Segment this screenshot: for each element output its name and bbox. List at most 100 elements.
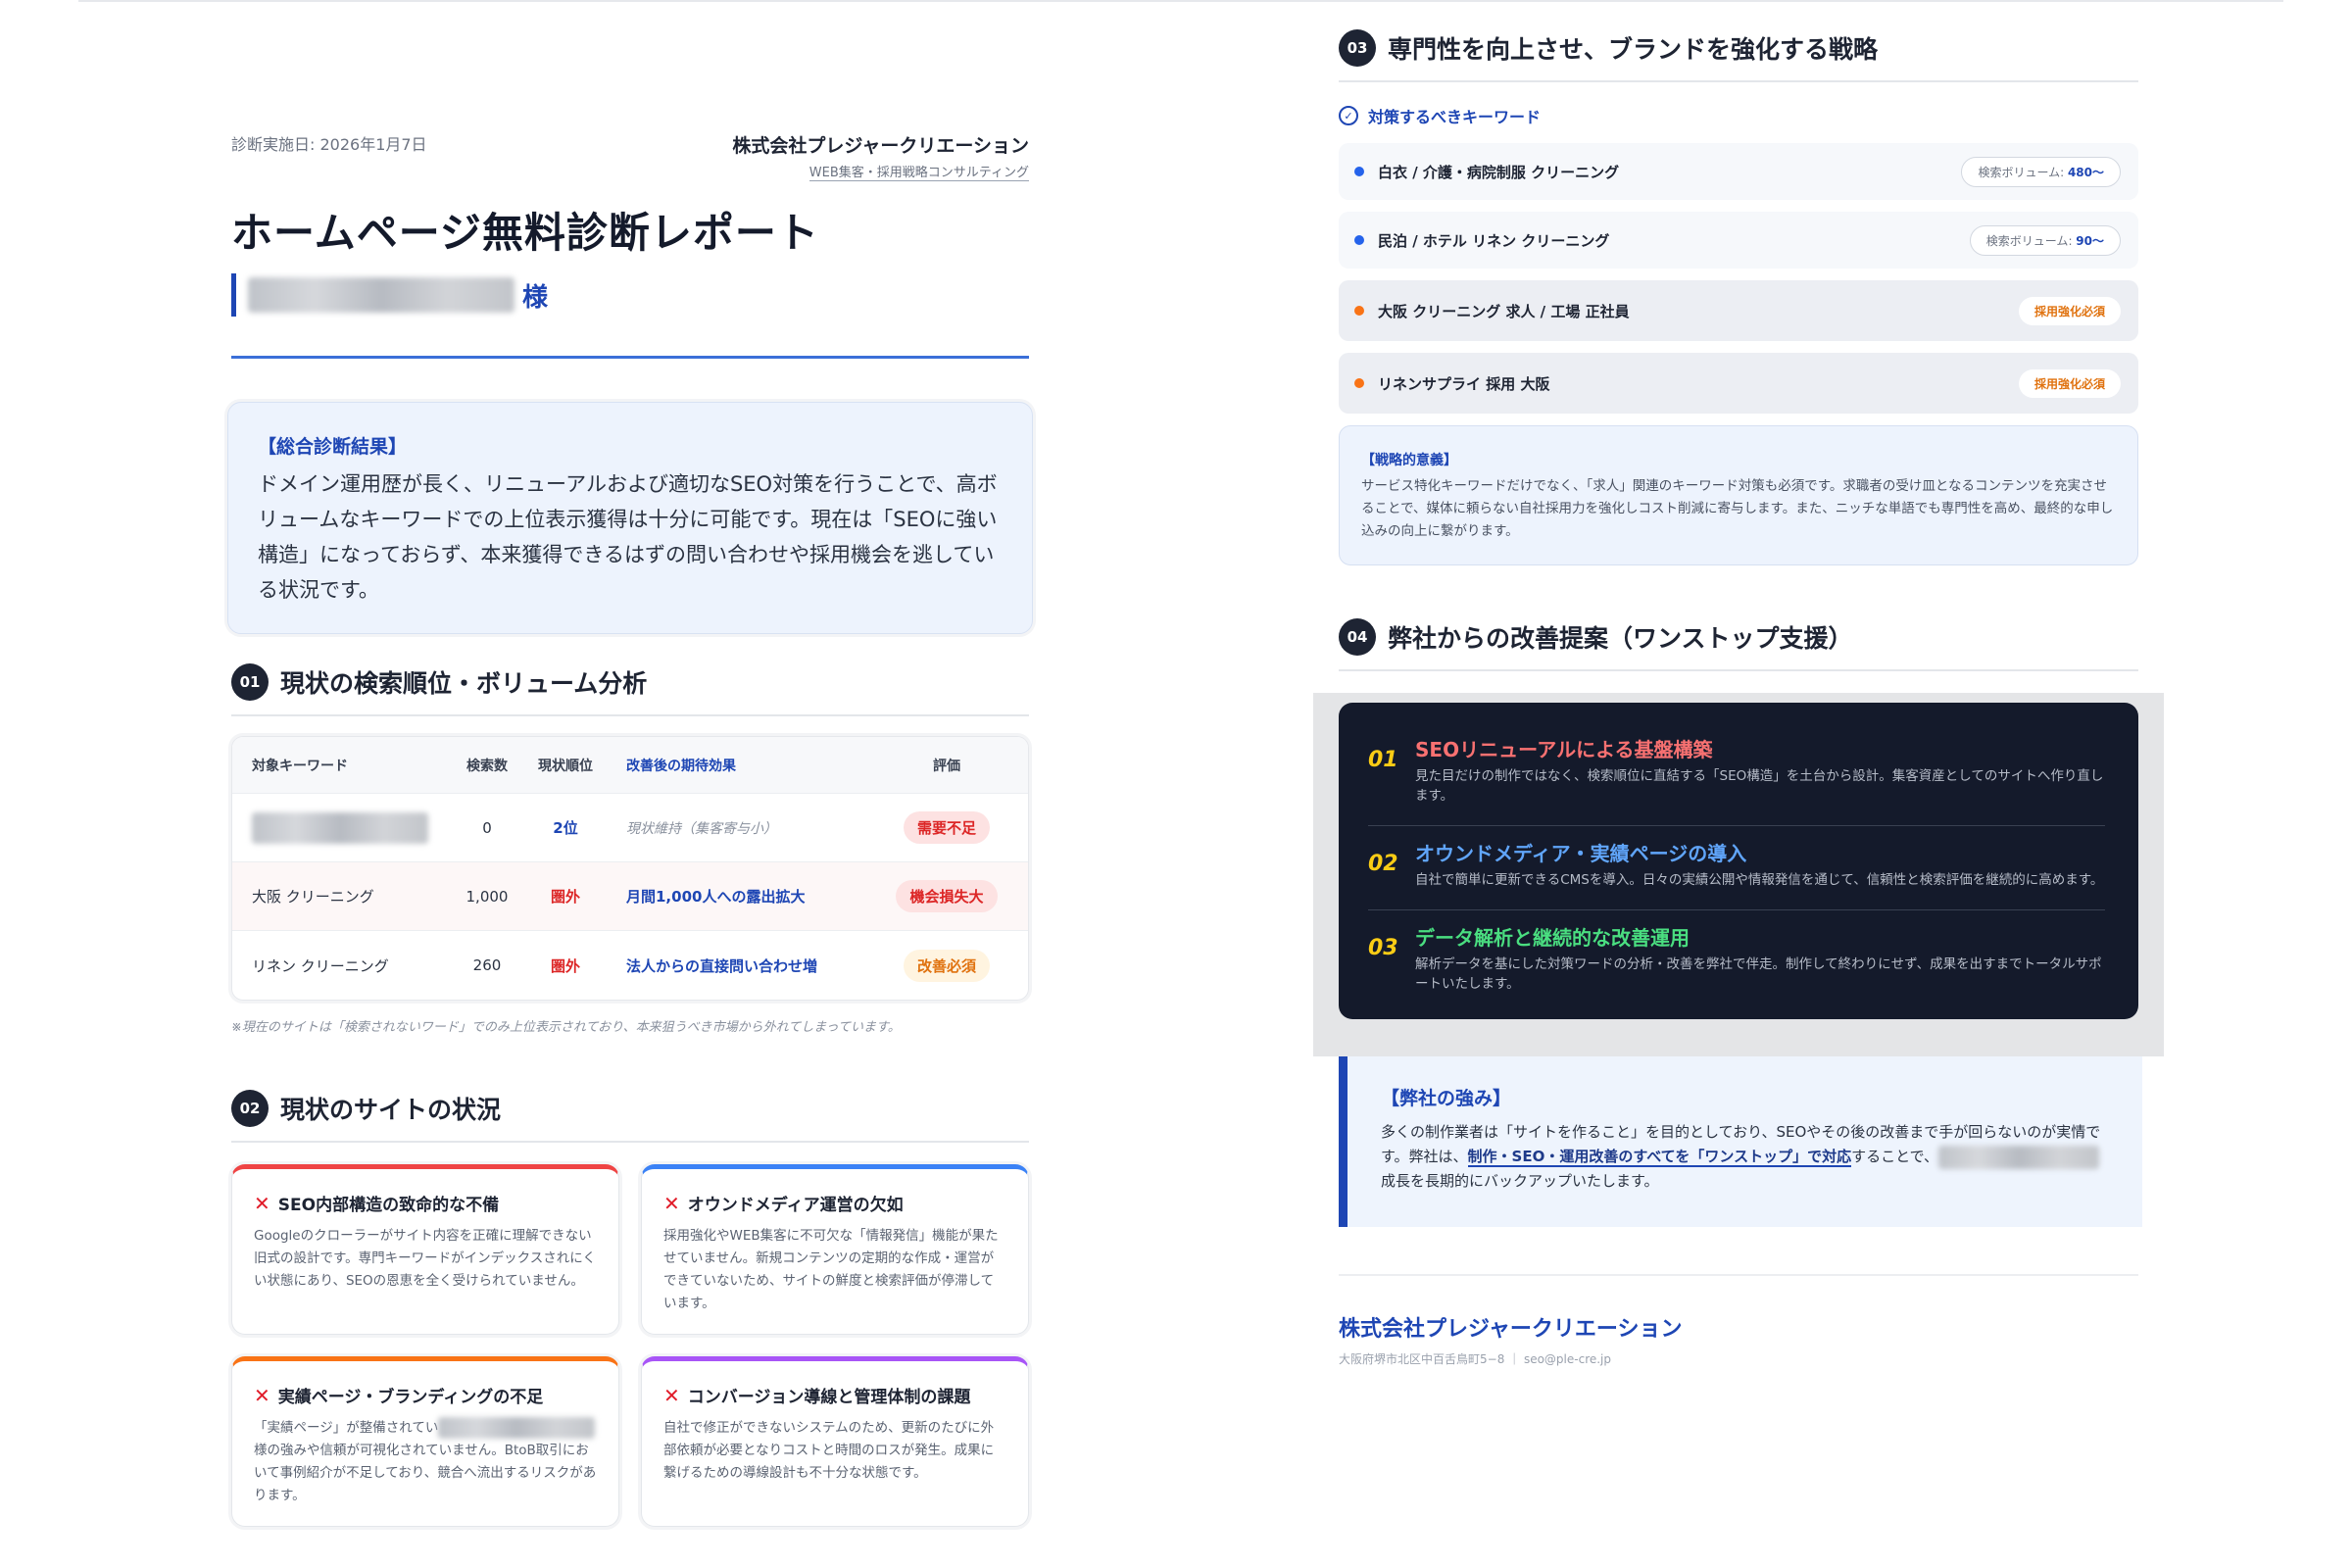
report-meta: 診断実施日: 2026年1月7日 株式会社プレジャークリエーション WEB集客・… xyxy=(231,118,1029,184)
summary-label: 【総合診断結果】 xyxy=(258,436,408,458)
report-title: ホームページ無料診断レポート xyxy=(231,209,819,257)
issue-card-title: ✕ コンバージョン導線と管理体制の課題 xyxy=(663,1383,1006,1408)
list-item: 02 オウンドメディア・実績ページの導入 自社で簡単に更新できるCMSを導入。日… xyxy=(1368,826,2105,910)
volume-pill: 検索ボリューム: 90〜 xyxy=(1969,224,2121,256)
proposal-text: 自社で簡単に更新できるCMSを導入。日々の実績公開や情報発信を通じて、信頼性と検… xyxy=(1415,872,2104,888)
table-cell-effect: 現状維持（集客寄与小） xyxy=(626,820,777,837)
table-cell-rating: 改善必須 xyxy=(865,949,1028,982)
section-header-01: 01 現状の検索順位・ボリューム分析 xyxy=(231,663,1029,716)
summary-box: 【総合診断結果】 ドメイン運用歴が長く、リニューアルおよび適切なSEO対策を行う… xyxy=(227,402,1033,634)
table-cell-rank: 2位 xyxy=(553,819,578,837)
list-item: 民泊 / ホテル リネン クリーニング 検索ボリューム: 90〜 xyxy=(1339,212,2138,269)
strategy-text: サービス特化キーワードだけでなく、「求人」関連のキーワード対策も必須です。求職者… xyxy=(1361,478,2114,539)
section-header-04: 04 弊社からの改善提案（ワンストップ支援） xyxy=(1339,618,2138,671)
keyword-table: 対象キーワード 検索数 現状順位 改善後の期待効果 評価 0 2位 現状維持（集… xyxy=(231,736,1029,1001)
report-footer: 株式会社プレジャークリエーション 大阪府堺市北区中百舌鳥町5−8 ｜ seo@p… xyxy=(1339,1274,2138,1367)
issue-card-title-text: SEO内部構造の致命的な不備 xyxy=(277,1196,500,1215)
volume-pill-prefix: 検索ボリューム: xyxy=(1985,233,2077,248)
list-item: リネンサプライ 採用 大阪 採用強化必須 xyxy=(1339,353,2138,414)
proposal-number: 02 xyxy=(1368,852,1398,876)
table-cell-rank: 圏外 xyxy=(550,956,580,975)
strength-text: 多くの制作業者は「サイトを作ること」を目的としており、SEOやその後の改善まで手… xyxy=(1381,1120,2117,1194)
section-title: 専門性を向上させ、ブランドを強化する戦略 xyxy=(1388,35,1879,64)
column-header-rating: 評価 xyxy=(933,758,960,774)
issue-card-title: ✕ 実績ページ・ブランディングの不足 xyxy=(254,1383,597,1408)
section-title: 現状のサイトの状況 xyxy=(280,1096,502,1124)
proposal-title: SEOリニューアルによる基盤構築 xyxy=(1415,738,1713,761)
check-circle-icon: ✓ xyxy=(1339,106,1358,125)
cross-icon: ✕ xyxy=(663,1383,680,1407)
title-divider xyxy=(231,356,1029,359)
proposal-frame: 01 SEOリニューアルによる基盤構築 見た目だけの制作ではなく、検索順位に直結… xyxy=(1313,693,2164,1056)
table-cell-keyword xyxy=(232,811,448,844)
proposal-panel: 01 SEOリニューアルによる基盤構築 見た目だけの制作ではなく、検索順位に直結… xyxy=(1339,703,2138,1019)
cross-icon: ✕ xyxy=(254,1191,270,1215)
proposal-text: 見た目だけの制作ではなく、検索順位に直結する「SEO構造」を土台から設計。集客資… xyxy=(1415,768,2104,804)
volume-pill-prefix: 検索ボリューム: xyxy=(1978,165,2068,179)
table-cell-volume: 260 xyxy=(472,956,502,974)
proposal-body: オウンドメディア・実績ページの導入 自社で簡単に更新できるCMSを導入。日々の実… xyxy=(1415,838,2105,890)
keyword-text: 白衣 / 介護・病院制服 クリーニング xyxy=(1378,163,1620,181)
section-number: 03 xyxy=(1339,29,1376,67)
strength-text-after: 成長を長期的にバックアップいたします。 xyxy=(1381,1172,1659,1190)
list-item: 大阪 クリーニング 求人 / 工場 正社員 採用強化必須 xyxy=(1339,280,2138,341)
redacted-client-name xyxy=(1938,1145,2100,1169)
issue-card-seo: ✕ SEO内部構造の致命的な不備 Googleのクローラーがサイト内容を正確に理解… xyxy=(231,1164,619,1335)
strategy-box: 【戦略的意義】 サービス特化キーワードだけでなく、「求人」関連のキーワード対策も… xyxy=(1339,425,2138,565)
keyword-item-text-wrap: 大阪 クリーニング 求人 / 工場 正社員 xyxy=(1354,301,1630,321)
table-cell-rank: 圏外 xyxy=(550,888,580,906)
bullet-dot-icon xyxy=(1354,167,1364,176)
target-keyword-list: 白衣 / 介護・病院制服 クリーニング 検索ボリューム: 480〜 民泊 / ホ… xyxy=(1339,143,2138,414)
section-number: 04 xyxy=(1339,618,1376,656)
hiring-pill: 採用強化必須 xyxy=(2018,368,2121,398)
issue-card-title-text: コンバージョン導線と管理体制の課題 xyxy=(687,1388,971,1407)
strength-emphasis: 制作・SEO・運用改善のすべてを「ワンストップ」で対応 xyxy=(1467,1148,1852,1167)
proposal-number: 03 xyxy=(1368,936,1398,960)
table-cell-effect: 法人からの直接問い合わせ増 xyxy=(626,956,818,975)
issue-card-conversion: ✕ コンバージョン導線と管理体制の課題 自社で修正ができないシステムのため、更新の… xyxy=(641,1356,1029,1527)
proposal-title: オウンドメディア・実績ページの導入 xyxy=(1415,842,1747,865)
report-left-column: 診断実施日: 2026年1月7日 株式会社プレジャークリエーション WEB集客・… xyxy=(227,118,1033,1527)
report-right-column: 03 専門性を向上させ、ブランドを強化する戦略 ✓ 対策するべきキーワード 白衣… xyxy=(1313,29,2164,1367)
bullet-dot-icon xyxy=(1354,306,1364,316)
issue-card-text: Googleのクローラーがサイト内容を正確に理解できない旧式の設計です。専門キー… xyxy=(254,1228,596,1289)
table-cell-effect: 月間1,000人への露出拡大 xyxy=(626,888,806,906)
table-header-row: 対象キーワード 検索数 現状順位 改善後の期待効果 評価 xyxy=(232,737,1028,794)
proposal-body: SEOリニューアルによる基盤構築 見た目だけの制作ではなく、検索順位に直結する「… xyxy=(1415,734,2105,806)
proposal-number: 01 xyxy=(1368,748,1398,772)
cross-icon: ✕ xyxy=(663,1191,680,1215)
recipient-honorific: 様 xyxy=(522,282,549,313)
table-cell-rating: 需要不足 xyxy=(865,811,1028,844)
proposal-title: データ解析と継続的な改善運用 xyxy=(1415,926,1690,950)
list-item: 03 データ解析と継続的な改善運用 解析データを基にした対策ワードの分析・改善を… xyxy=(1368,910,2105,1000)
cross-icon: ✕ xyxy=(254,1383,270,1407)
footer-address: 大阪府堺市北区中百舌鳥町5−8 ｜ seo@ple-cre.jp xyxy=(1339,1352,1612,1366)
strength-label: 【弊社の強み】 xyxy=(1381,1088,1512,1109)
strength-box: 【弊社の強み】 多くの制作業者は「サイトを作ること」を目的としており、SEOやそ… xyxy=(1339,1056,2142,1227)
proposal-body: データ解析と継続的な改善運用 解析データを基にした対策ワードの分析・改善を弊社で… xyxy=(1415,922,2105,994)
section-title: 現状の検索順位・ボリューム分析 xyxy=(280,669,648,698)
column-header-volume: 検索数 xyxy=(466,758,508,774)
strategy-label: 【戦略的意義】 xyxy=(1361,453,1457,468)
issue-card-text: 採用強化やWEB集客に不可欠な「情報発信」機能が果たせていません。新規コンテンツ… xyxy=(663,1228,999,1311)
table-row: リネン クリーニング 260 圏外 法人からの直接問い合わせ増 改善必須 xyxy=(232,931,1028,1000)
proposal-text: 解析データを基にした対策ワードの分析・改善を弊社で伴走。制作して終わりにせず、成… xyxy=(1415,956,2102,992)
diagnosis-date: 診断実施日: 2026年1月7日 xyxy=(231,135,427,154)
table-cell-volume: 1,000 xyxy=(466,887,509,906)
rating-badge: 需要不足 xyxy=(903,811,990,844)
table-row: 大阪 クリーニング 1,000 圏外 月間1,000人への露出拡大 機会損失大 xyxy=(232,862,1028,931)
footer-company-name: 株式会社プレジャークリエーション xyxy=(1339,1317,1683,1342)
issue-cards: ✕ SEO内部構造の致命的な不備 Googleのクローラーがサイト内容を正確に理解… xyxy=(231,1164,1029,1527)
table-cell-keyword: 大阪 クリーニング xyxy=(252,888,374,906)
issue-card-branding: ✕ 実績ページ・ブランディングの不足 「実績ページ」が整備されてい様の強みや信頼が… xyxy=(231,1356,619,1527)
section-number: 02 xyxy=(231,1090,269,1127)
strength-text-middle: することで、 xyxy=(1851,1148,1939,1165)
table-cell-volume: 0 xyxy=(482,818,492,837)
redacted-client-name xyxy=(438,1417,596,1439)
volume-pill-value: 90〜 xyxy=(2076,233,2104,248)
hiring-pill: 採用強化必須 xyxy=(2018,296,2121,325)
table-row: 0 2位 現状維持（集客寄与小） 需要不足 xyxy=(232,794,1028,862)
keyword-item-text-wrap: 民泊 / ホテル リネン クリーニング xyxy=(1354,230,1609,251)
recipient: 様 xyxy=(231,273,1029,317)
keyword-list-label: ✓ 対策するべきキーワード xyxy=(1339,104,2138,127)
